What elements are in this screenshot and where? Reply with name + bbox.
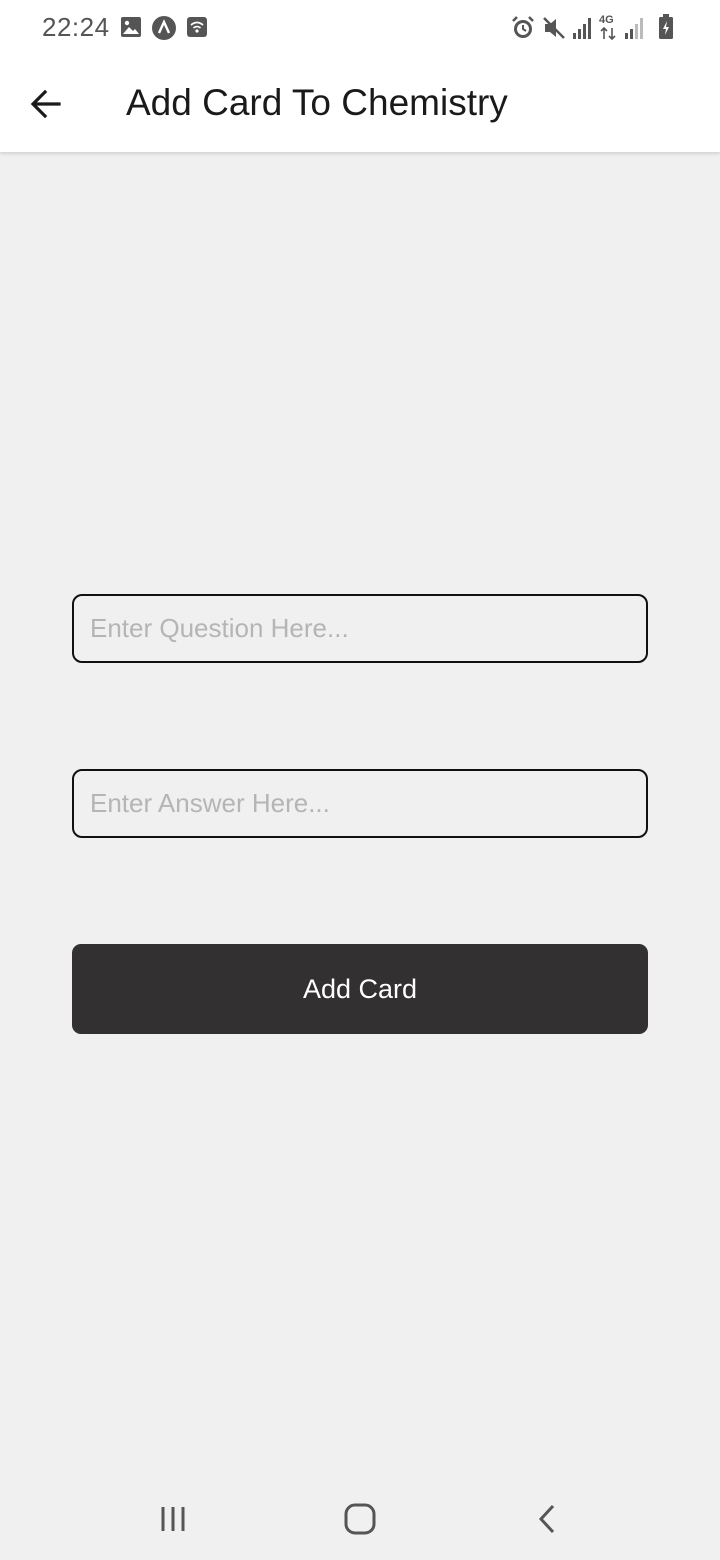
app-a-icon	[152, 16, 176, 40]
signal-icon	[573, 18, 591, 39]
wifi-box-icon	[187, 17, 207, 37]
status-right-icons: 4G	[510, 14, 680, 42]
4g-data-icon: 4G	[598, 14, 618, 42]
alarm-icon	[512, 16, 534, 38]
status-bar: 22:24 4G	[0, 0, 720, 56]
mute-icon	[543, 17, 565, 39]
back-button[interactable]	[22, 78, 70, 130]
add-card-button[interactable]: Add Card	[72, 944, 648, 1034]
home-button[interactable]	[330, 1494, 390, 1544]
image-icon	[121, 17, 141, 37]
status-time: 22:24	[42, 12, 110, 42]
answer-input[interactable]	[72, 769, 648, 838]
recents-button[interactable]	[143, 1494, 203, 1544]
battery-charging-icon	[659, 14, 673, 39]
back-chevron-icon	[538, 1504, 555, 1534]
nav-back-button[interactable]	[518, 1494, 578, 1544]
arrow-left-icon	[30, 89, 61, 119]
question-input[interactable]	[72, 594, 648, 663]
app-bar: Add Card To Chemistry	[0, 56, 720, 152]
nav-bar	[0, 1478, 720, 1560]
signal-weak-icon	[625, 18, 643, 39]
home-icon	[344, 1503, 376, 1535]
page-title: Add Card To Chemistry	[126, 82, 508, 123]
recents-icon	[161, 1507, 185, 1531]
screen: 22:24 4G Add Card To Chemistry Enter Que…	[0, 0, 720, 1560]
